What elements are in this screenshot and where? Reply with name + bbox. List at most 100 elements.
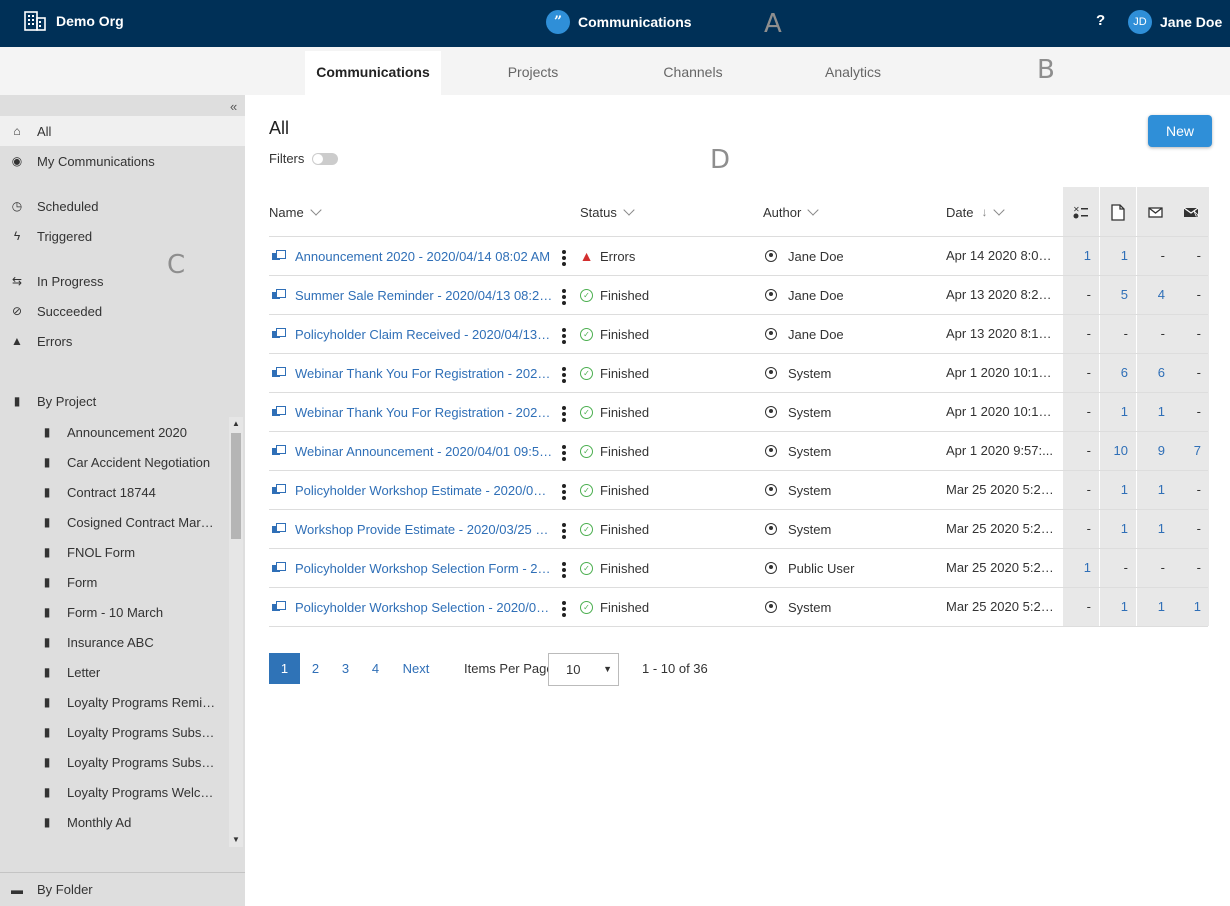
row-actions-icon[interactable] [559, 288, 569, 306]
channel-count[interactable]: 6 [1100, 354, 1136, 392]
column-header-author[interactable]: Author [763, 187, 819, 237]
avatar[interactable]: JD [1128, 10, 1152, 34]
table-row[interactable]: Policyholder Workshop Selection - 2020/0… [269, 588, 1208, 627]
sidebar-project-item[interactable]: ▮ Loyalty Programs Welco... [0, 777, 228, 807]
sidebar-item-by-folder[interactable]: ▬ By Folder [0, 872, 245, 906]
communication-link[interactable]: Webinar Thank You For Registration - 202… [295, 366, 553, 381]
channel-count[interactable]: 1 [1100, 237, 1136, 275]
sidebar-project-item[interactable]: ▮ Monthly Ad [0, 807, 228, 837]
chevron-down-icon[interactable] [993, 204, 1006, 216]
channel-count[interactable]: 10 [1100, 432, 1136, 470]
sort-descending-icon[interactable]: ↓ [981, 205, 987, 219]
communication-link[interactable]: Workshop Provide Estimate - 2020/03/25 0… [295, 522, 553, 537]
channel-count[interactable]: 1 [1063, 237, 1099, 275]
scroll-up-icon[interactable]: ▲ [229, 417, 243, 431]
sidebar-project-item[interactable]: ▮ Loyalty Programs Remin... [0, 687, 228, 717]
sidebar-item-triggered[interactable]: ϟ Triggered [0, 221, 245, 251]
sidebar-item-scheduled[interactable]: ◷ Scheduled [0, 191, 245, 221]
table-row[interactable]: Policyholder Workshop Selection Form - 2… [269, 549, 1208, 588]
sidebar-project-item[interactable]: ▮ Form - 10 March [0, 597, 228, 627]
row-actions-icon[interactable] [559, 249, 569, 267]
table-row[interactable]: Policyholder Workshop Estimate - 2020/03… [269, 471, 1208, 510]
chevron-down-icon[interactable] [310, 204, 322, 216]
communication-link[interactable]: Webinar Announcement - 2020/04/01 09:57.… [295, 444, 553, 459]
table-row[interactable]: Workshop Provide Estimate - 2020/03/25 0… [269, 510, 1208, 549]
table-row[interactable]: Webinar Thank You For Registration - 202… [269, 354, 1208, 393]
row-actions-icon[interactable] [559, 444, 569, 462]
page-2-button[interactable]: 2 [300, 653, 331, 684]
sidebar-project-item[interactable]: ▮ Contract 18744 [0, 477, 228, 507]
table-row[interactable]: Webinar Announcement - 2020/04/01 09:57.… [269, 432, 1208, 471]
row-actions-icon[interactable] [559, 561, 569, 579]
table-row[interactable]: Summer Sale Reminder - 2020/04/13 08:23 … [269, 276, 1208, 315]
row-actions-icon[interactable] [559, 522, 569, 540]
user-menu[interactable]: Jane Doe [1160, 14, 1222, 30]
channel-count[interactable]: 7 [1173, 432, 1209, 470]
chevron-down-icon[interactable] [623, 204, 635, 216]
items-per-page-select[interactable]: 10 ▼ [548, 653, 619, 686]
sidebar-item-succeeded[interactable]: ⊘ Succeeded [0, 296, 245, 326]
page-1-button[interactable]: 1 [269, 653, 300, 684]
tab-communications[interactable]: Communications [305, 51, 441, 95]
channel-count[interactable]: 1 [1063, 549, 1099, 587]
project-list-scrollbar[interactable]: ▲ ▼ [229, 417, 243, 847]
row-actions-icon[interactable] [559, 600, 569, 618]
channel-count[interactable]: 1 [1137, 510, 1173, 548]
new-button[interactable]: New [1148, 115, 1212, 147]
communication-link[interactable]: Announcement 2020 - 2020/04/14 08:02 AM [295, 249, 550, 264]
sidebar-item-by-project[interactable]: ▮ By Project [0, 386, 245, 416]
sidebar-project-item[interactable]: ▮ Announcement 2020 [0, 417, 228, 447]
filters-toggle[interactable] [312, 152, 339, 165]
column-header-date[interactable]: Date ↓ [946, 187, 1006, 237]
communication-link[interactable]: Policyholder Workshop Selection - 2020/0… [295, 600, 553, 615]
sidebar-item-my-communications[interactable]: ◉ My Communications [0, 146, 245, 176]
channel-count[interactable]: 1 [1100, 588, 1136, 626]
column-header-status[interactable]: Status [580, 187, 635, 237]
table-row[interactable]: Webinar Thank You For Registration - 202… [269, 393, 1208, 432]
sidebar-item-in-progress[interactable]: ⇆ In Progress [0, 266, 245, 296]
sidebar-item-all[interactable]: ⌂ All [0, 116, 245, 146]
sidebar-project-item[interactable]: ▮ Insurance ABC [0, 627, 228, 657]
row-actions-icon[interactable] [559, 405, 569, 423]
sidebar-project-item[interactable]: ▮ Loyalty Programs Subscri... [0, 747, 228, 777]
channel-count[interactable]: 6 [1137, 354, 1173, 392]
channel-count[interactable]: 1 [1137, 588, 1173, 626]
sidebar-project-item[interactable]: ▮ Loyalty Programs Subscri... [0, 717, 228, 747]
channel-count[interactable]: 4 [1137, 276, 1173, 314]
sidebar-item-errors[interactable]: ▲ Errors [0, 326, 245, 356]
scroll-thumb[interactable] [231, 433, 241, 539]
communication-link[interactable]: Summer Sale Reminder - 2020/04/13 08:23 … [295, 288, 553, 303]
communication-link[interactable]: Webinar Thank You For Registration - 202… [295, 405, 553, 420]
table-row[interactable]: Announcement 2020 - 2020/04/14 08:02 AM ▲… [269, 237, 1208, 276]
row-actions-icon[interactable] [559, 327, 569, 345]
communication-link[interactable]: Policyholder Workshop Selection Form - 2… [295, 561, 553, 576]
communication-link[interactable]: Policyholder Claim Received - 2020/04/13… [295, 327, 553, 342]
page-4-button[interactable]: 4 [360, 653, 391, 684]
sidebar-project-item[interactable]: ▮ FNOL Form [0, 537, 228, 567]
page-3-button[interactable]: 3 [330, 653, 361, 684]
sidebar-project-item[interactable]: ▮ Form [0, 567, 228, 597]
next-page-button[interactable]: Next [395, 653, 437, 684]
communication-link[interactable]: Policyholder Workshop Estimate - 2020/03… [295, 483, 553, 498]
org-switcher[interactable]: Demo Org [24, 10, 124, 32]
chevron-down-icon[interactable] [807, 204, 819, 216]
channel-count[interactable]: 1 [1137, 393, 1173, 431]
channel-count[interactable]: 1 [1173, 588, 1209, 626]
channel-count[interactable]: 1 [1100, 510, 1136, 548]
sidebar-project-item[interactable]: ▮ Letter [0, 657, 228, 687]
collapse-sidebar-button[interactable]: « [230, 99, 237, 114]
row-actions-icon[interactable] [559, 483, 569, 501]
channel-count[interactable]: 1 [1100, 393, 1136, 431]
channel-count[interactable]: 9 [1137, 432, 1173, 470]
channel-count[interactable]: 1 [1100, 471, 1136, 509]
scroll-down-icon[interactable]: ▼ [229, 833, 243, 847]
tab-projects[interactable]: Projects [465, 51, 601, 95]
channel-count[interactable]: 1 [1137, 471, 1173, 509]
tab-channels[interactable]: Channels [625, 51, 761, 95]
table-row[interactable]: Policyholder Claim Received - 2020/04/13… [269, 315, 1208, 354]
sidebar-project-item[interactable]: ▮ Cosigned Contract Marc... [0, 507, 228, 537]
channel-count[interactable]: 5 [1100, 276, 1136, 314]
sidebar-project-item[interactable]: ▮ My Form [0, 837, 228, 848]
sidebar-project-item[interactable]: ▮ Car Accident Negotiation [0, 447, 228, 477]
row-actions-icon[interactable] [559, 366, 569, 384]
